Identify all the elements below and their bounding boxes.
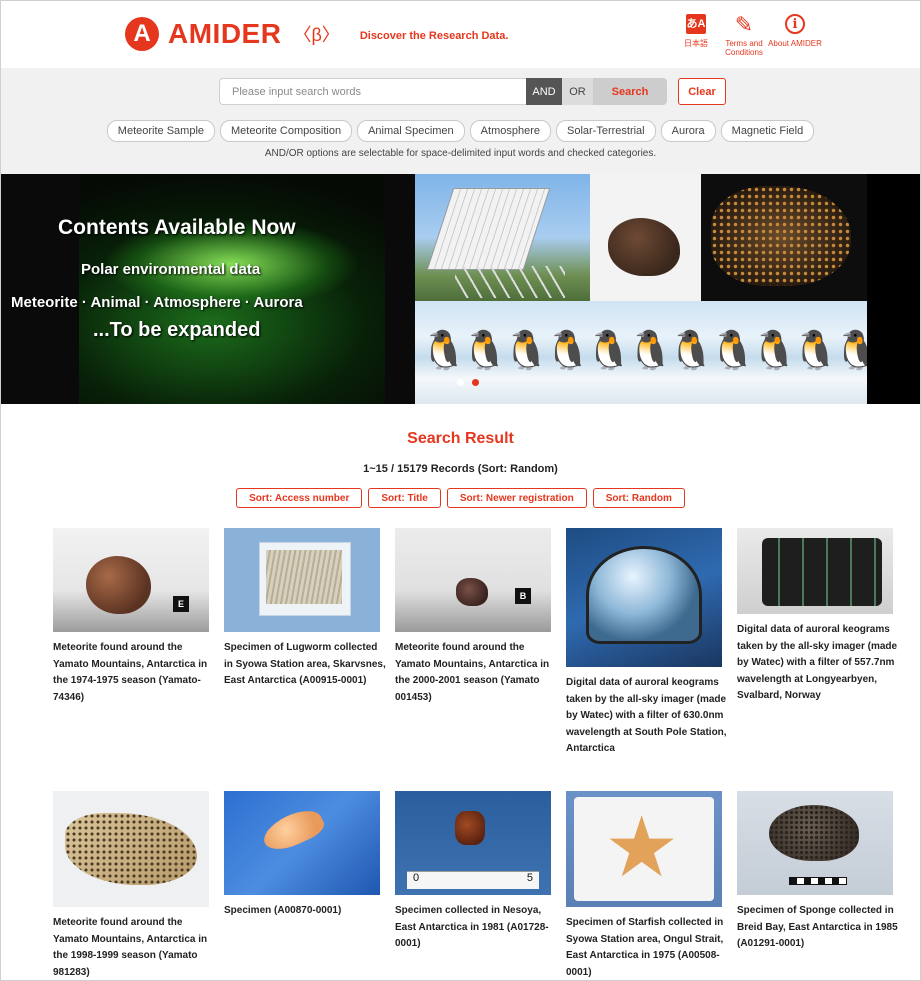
or-toggle-button[interactable]: OR	[562, 78, 593, 105]
and-toggle-button[interactable]: AND	[526, 78, 562, 105]
search-note: AND/OR options are selectable for space-…	[264, 148, 657, 159]
result-card[interactable]: E Meteorite found around the Yamato Moun…	[53, 528, 211, 706]
result-caption[interactable]: Specimen of Starfish collected in Syowa …	[566, 915, 728, 980]
radar-antenna-photo	[415, 174, 590, 301]
category-filters: Meteorite Sample Meteorite Composition A…	[1, 120, 920, 142]
category-magnetic-field[interactable]: Magnetic Field	[720, 120, 815, 142]
about-link[interactable]: i About AMIDER	[768, 11, 822, 48]
banner-subline-2: Meteorite · Animal · Atmosphere · Aurora	[11, 294, 303, 311]
info-icon: i	[785, 14, 805, 34]
banner-subline-3: ...To be expanded	[93, 319, 261, 341]
japanese-language-label: 日本語	[684, 39, 708, 48]
carousel-dot-2[interactable]	[472, 379, 479, 386]
result-thumbnail[interactable]	[737, 528, 893, 614]
carousel-dots	[457, 379, 479, 386]
result-caption[interactable]: Digital data of auroral keograms taken b…	[737, 622, 899, 705]
site-header: A AMIDER 〈β〉 Discover the Research Data.…	[1, 1, 920, 68]
result-thumbnail[interactable]	[566, 528, 722, 667]
page: A AMIDER 〈β〉 Discover the Research Data.…	[0, 0, 921, 981]
result-thumbnail[interactable]	[53, 791, 209, 907]
category-meteorite-sample[interactable]: Meteorite Sample	[106, 120, 216, 142]
japanese-language-icon: あA	[686, 14, 706, 34]
result-caption[interactable]: Specimen of Lugworm collected in Syowa S…	[224, 640, 386, 690]
japanese-language-link[interactable]: あA 日本語	[669, 11, 723, 48]
scale-ruler: 0 5	[407, 871, 539, 889]
result-card[interactable]: Specimen of Sponge collected in Breid Ba…	[737, 791, 898, 953]
result-card[interactable]: B Meteorite found around the Yamato Moun…	[395, 528, 553, 706]
search-panel: AND OR Search Clear Meteorite Sample Met…	[1, 68, 920, 174]
result-card[interactable]: ★ Specimen of Starfish collected in Syow…	[566, 791, 724, 980]
result-card[interactable]: Specimen (A00870-0001)	[224, 791, 382, 920]
result-card[interactable]: 0 5 Specimen collected in Nesoya, East A…	[395, 791, 553, 953]
terms-link[interactable]: ✎ Terms and Conditions	[717, 11, 771, 57]
result-thumbnail[interactable]	[737, 791, 893, 895]
results-count: 1~15 / 15179 Records (Sort: Random)	[363, 463, 558, 475]
beta-mark: 〈β〉	[293, 25, 340, 45]
hero-carousel[interactable]: Contents Available Now Polar environment…	[1, 174, 920, 404]
sort-options: Sort: Access number Sort: Title Sort: Ne…	[1, 488, 920, 508]
meteorite-photo	[590, 174, 701, 301]
search-input[interactable]	[219, 78, 526, 105]
amider-logo-icon: A	[125, 17, 159, 51]
specimen-label: B	[515, 588, 531, 604]
meteorite-slice-photo	[701, 174, 867, 301]
sort-title-button[interactable]: Sort: Title	[368, 488, 441, 508]
ruler-start-label: 0	[413, 872, 420, 884]
result-thumbnail[interactable]: ★	[566, 791, 722, 907]
clear-button[interactable]: Clear	[678, 78, 726, 105]
category-atmosphere[interactable]: Atmosphere	[469, 120, 551, 142]
about-label: About AMIDER	[768, 39, 822, 48]
banner-subline-1: Polar environmental data	[81, 261, 261, 278]
sort-newer-registration-button[interactable]: Sort: Newer registration	[446, 488, 587, 508]
category-animal-specimen[interactable]: Animal Specimen	[357, 120, 465, 142]
result-caption[interactable]: Digital data of auroral keograms taken b…	[566, 675, 728, 758]
aurora-photo	[1, 174, 415, 404]
result-caption[interactable]: Meteorite found around the Yamato Mounta…	[53, 915, 215, 980]
result-thumbnail[interactable]	[224, 791, 380, 895]
ruler-end-label: 5	[526, 872, 533, 884]
category-aurora[interactable]: Aurora	[660, 120, 716, 142]
pen-icon: ✎	[734, 11, 754, 37]
results-title: Search Result	[407, 430, 514, 447]
terms-label: Terms and Conditions	[725, 39, 763, 57]
result-caption[interactable]: Specimen (A00870-0001)	[224, 903, 386, 920]
carousel-dot-1[interactable]	[457, 379, 464, 386]
result-caption[interactable]: Meteorite found around the Yamato Mounta…	[53, 640, 215, 706]
sort-random-button[interactable]: Sort: Random	[592, 488, 685, 508]
starfish-icon: ★	[604, 800, 680, 894]
search-button[interactable]: Search	[593, 78, 667, 105]
result-thumbnail[interactable]	[224, 528, 380, 632]
result-card[interactable]: Digital data of auroral keograms taken b…	[566, 528, 727, 758]
result-caption[interactable]: Specimen collected in Nesoya, East Antar…	[395, 903, 557, 953]
specimen-label: E	[173, 596, 189, 612]
result-card[interactable]: Specimen of Lugworm collected in Syowa S…	[224, 528, 386, 690]
result-caption[interactable]: Specimen of Sponge collected in Breid Ba…	[737, 903, 899, 953]
sort-access-number-button[interactable]: Sort: Access number	[236, 488, 363, 508]
logo-text: AMIDER	[168, 18, 282, 49]
result-card[interactable]: Digital data of auroral keograms taken b…	[737, 528, 897, 705]
banner-headline: Contents Available Now	[58, 216, 296, 239]
result-caption[interactable]: Meteorite found around the Yamato Mounta…	[395, 640, 557, 706]
result-card[interactable]: Meteorite found around the Yamato Mounta…	[53, 791, 211, 980]
category-solar-terrestrial[interactable]: Solar-Terrestrial	[555, 120, 656, 142]
site-logo[interactable]: A AMIDER 〈β〉 Discover the Research Data.	[125, 17, 508, 51]
result-thumbnail[interactable]: E	[53, 528, 209, 632]
penguins-photo: 🐧🐧🐧🐧🐧🐧🐧🐧🐧🐧🐧🐧	[415, 301, 867, 404]
site-tagline: Discover the Research Data.	[359, 30, 509, 42]
result-thumbnail[interactable]: 0 5	[395, 791, 551, 895]
result-thumbnail[interactable]: B	[395, 528, 551, 632]
category-meteorite-composition[interactable]: Meteorite Composition	[220, 120, 353, 142]
